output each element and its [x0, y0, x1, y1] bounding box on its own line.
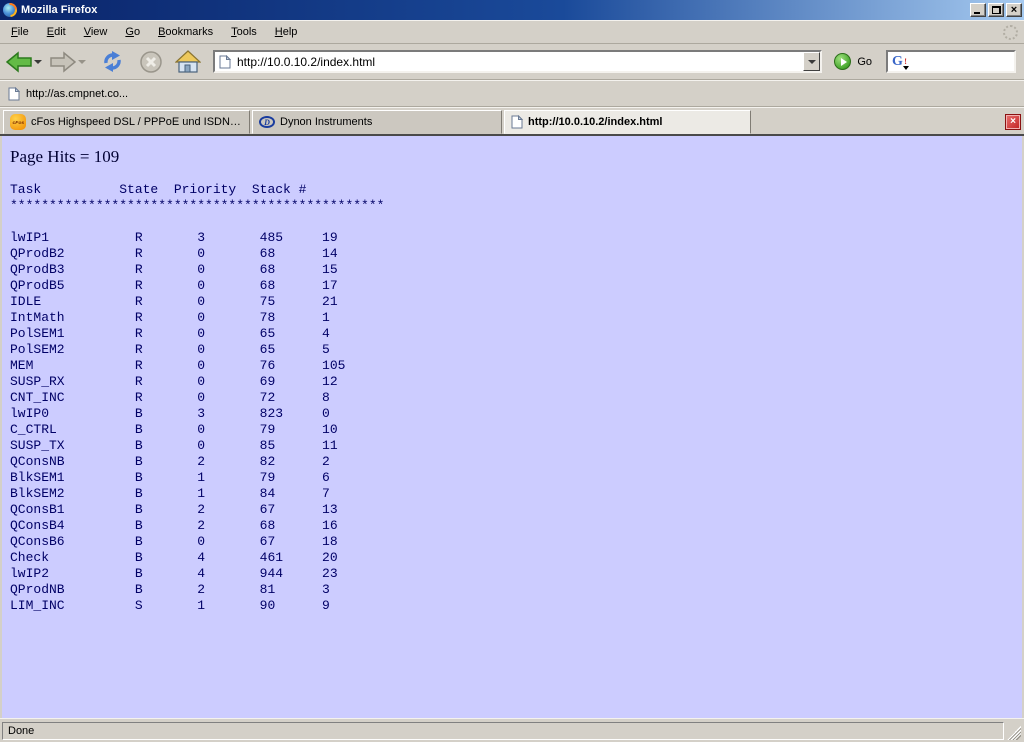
bookmarks-bar: http://as.cmpnet.co... — [0, 80, 1024, 107]
navigation-toolbar: http://10.0.10.2/index.html Go G! — [0, 44, 1024, 80]
google-g-icon: G! — [892, 55, 903, 69]
forward-button[interactable] — [50, 51, 76, 73]
tab-active-index[interactable]: http://10.0.10.2/index.html — [504, 110, 751, 134]
back-icon — [6, 51, 32, 73]
tab-dynon[interactable]: D Dynon Instruments — [252, 110, 502, 134]
page-content: Page Hits = 109 Task State Priority Stac… — [0, 136, 1024, 718]
minimize-icon — [974, 12, 980, 14]
search-input[interactable]: G! — [886, 50, 1016, 73]
bookmark-item[interactable]: http://as.cmpnet.co... — [26, 88, 128, 100]
close-button[interactable]: × — [1006, 3, 1022, 17]
go-label: Go — [857, 56, 872, 68]
tab-bar: cFos cFos Highspeed DSL / PPPoE und ISDN… — [0, 107, 1024, 136]
tab-label: cFos Highspeed DSL / PPPoE und ISDN CAP.… — [31, 116, 243, 128]
cfos-icon: cFos — [10, 114, 26, 130]
menu-tools[interactable]: Tools — [222, 23, 266, 41]
minimize-button[interactable] — [970, 3, 986, 17]
menu-view[interactable]: View — [75, 23, 117, 41]
document-icon — [219, 55, 231, 69]
stop-icon — [139, 50, 163, 74]
menu-file[interactable]: File — [2, 23, 38, 41]
url-dropdown-button[interactable] — [803, 52, 820, 71]
menu-bookmarks[interactable]: Bookmarks — [149, 23, 222, 41]
reload-button[interactable] — [100, 49, 125, 74]
stop-button[interactable] — [139, 50, 163, 74]
close-tab-icon: × — [1010, 117, 1016, 127]
home-icon — [175, 50, 201, 73]
restore-button[interactable] — [988, 3, 1004, 17]
tab-label: Dynon Instruments — [280, 116, 372, 128]
window-controls: × — [970, 3, 1022, 17]
status-text: Done — [8, 725, 34, 737]
close-icon: × — [1011, 5, 1017, 16]
document-icon — [8, 87, 20, 101]
dynon-icon: D — [259, 116, 275, 128]
title-bar: Mozilla Firefox × — [0, 0, 1024, 20]
menu-go[interactable]: Go — [116, 23, 149, 41]
menu-help[interactable]: Help — [266, 23, 307, 41]
go-icon — [834, 53, 851, 70]
firefox-logo-icon — [3, 3, 17, 17]
menu-edit[interactable]: Edit — [38, 23, 75, 41]
task-table: Task State Priority Stack # ************… — [10, 182, 384, 614]
status-panel: Done — [2, 722, 1004, 740]
tab-label: http://10.0.10.2/index.html — [528, 116, 662, 128]
window-title: Mozilla Firefox — [21, 4, 97, 16]
chevron-down-icon — [808, 60, 816, 64]
url-text: http://10.0.10.2/index.html — [237, 55, 375, 69]
back-button[interactable] — [6, 51, 32, 73]
url-field[interactable]: http://10.0.10.2/index.html — [213, 50, 822, 73]
close-tab-button[interactable]: × — [1005, 114, 1021, 130]
restore-icon — [992, 6, 1001, 14]
go-button[interactable]: Go — [834, 53, 872, 70]
back-dropdown-caret[interactable] — [34, 60, 42, 64]
menu-bar: File Edit View Go Bookmarks Tools Help — [0, 20, 1024, 44]
status-bar: Done — [0, 718, 1024, 742]
resize-grip[interactable] — [1007, 726, 1021, 740]
document-icon — [511, 115, 523, 129]
reload-icon — [100, 49, 125, 74]
home-button[interactable] — [175, 50, 201, 73]
throbber-icon — [1003, 25, 1018, 40]
forward-dropdown-caret[interactable] — [78, 60, 86, 64]
page-hits-text: Page Hits = 109 — [10, 147, 119, 167]
tab-cfos[interactable]: cFos cFos Highspeed DSL / PPPoE und ISDN… — [3, 110, 250, 134]
forward-icon — [50, 51, 76, 73]
